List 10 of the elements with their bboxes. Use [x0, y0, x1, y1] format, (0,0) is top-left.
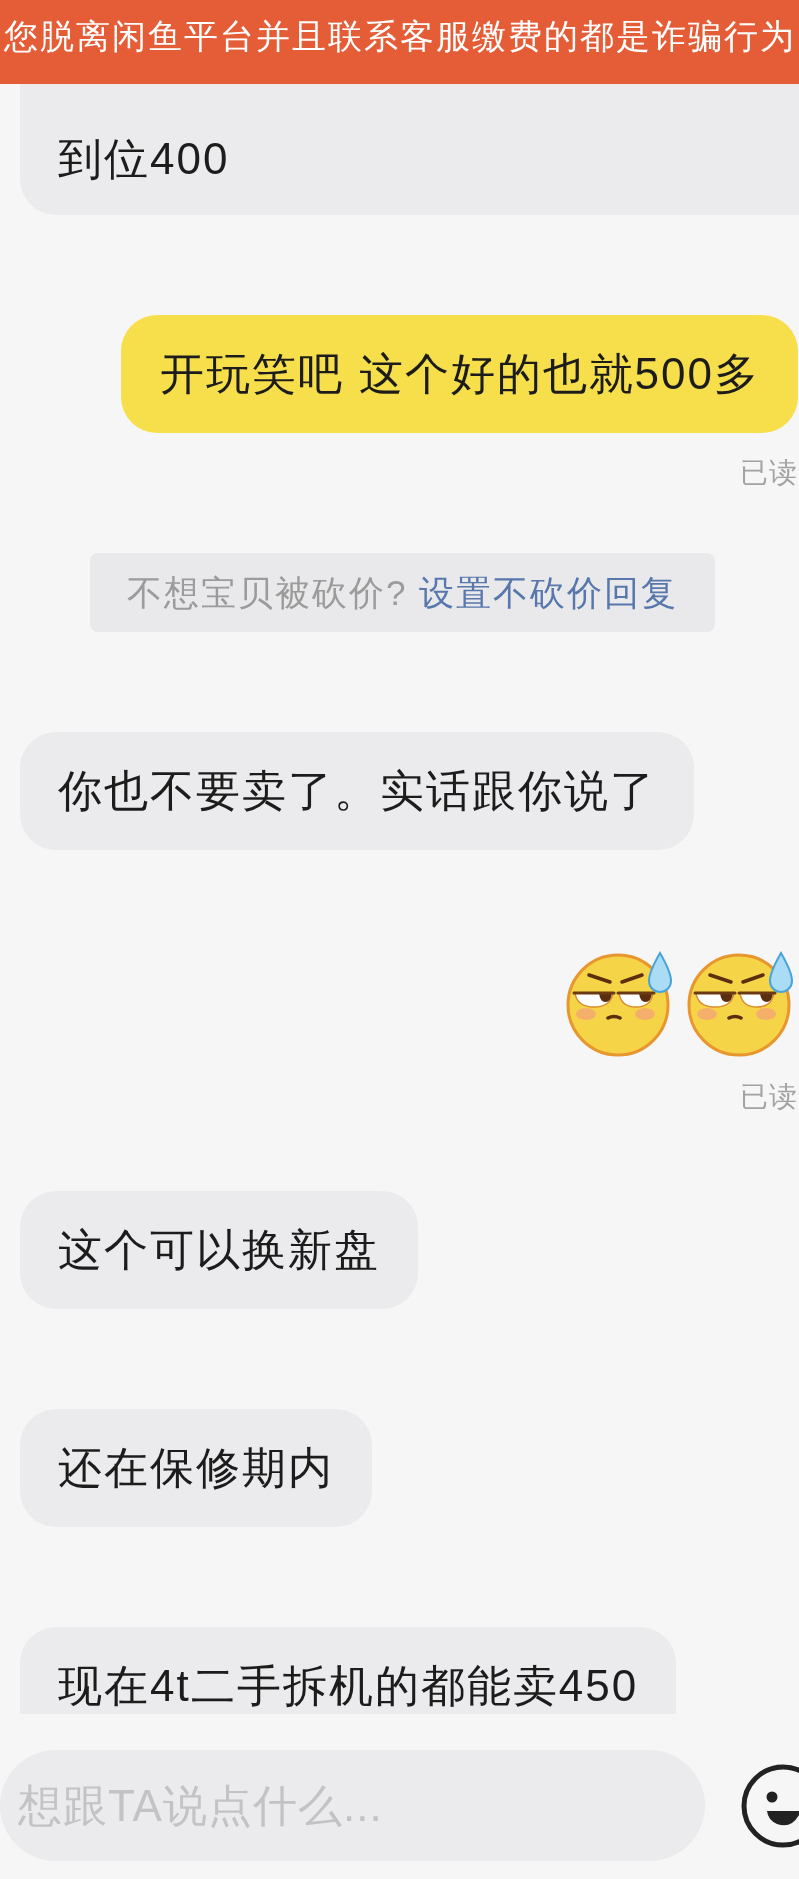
message-bubble: 开玩笑吧 这个好的也就500多 [121, 315, 798, 433]
message-bubble: 现在4t二手拆机的都能卖450 [20, 1627, 677, 1714]
message-bubble: 还在保修期内 [20, 1409, 372, 1527]
message-bubble: 你也不要卖了。实话跟你说了 [20, 732, 694, 850]
smiley-icon[interactable] [741, 1762, 799, 1849]
bargain-tip-text: 不想宝贝被砍价? 设置不砍价回复 [126, 573, 679, 612]
read-status: 已读 [740, 459, 798, 487]
read-status: 已读 [740, 1083, 798, 1111]
no-bargain-reply-link[interactable]: 设置不砍价回复 [419, 573, 679, 612]
message-bubble: 这个可以换新盘 [20, 1191, 418, 1309]
